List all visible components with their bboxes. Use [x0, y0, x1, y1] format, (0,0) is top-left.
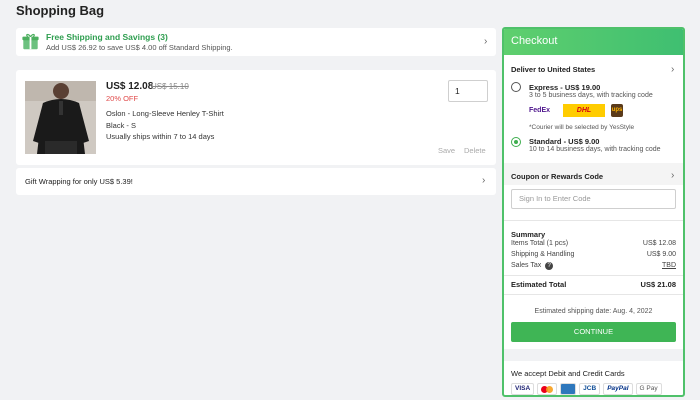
help-icon[interactable]: ?: [545, 262, 554, 270]
standard-option-desc: 10 to 14 business days, with tracking co…: [529, 146, 661, 153]
visa-icon: VISA: [511, 383, 535, 395]
summary-total-row: Estimated Total US$ 21.08: [511, 280, 676, 289]
ups-logo: ups: [611, 104, 623, 117]
chevron-right-icon[interactable]: ›: [671, 170, 674, 181]
item-name[interactable]: Oslon - Long-Sleeve Henley T-Shirt: [106, 109, 224, 118]
item-shipping-info: Usually ships within 7 to 14 days: [106, 132, 215, 141]
express-option-desc: 3 to 5 business days, with tracking code: [529, 92, 653, 99]
checkout-header: Checkout: [504, 29, 683, 55]
gift-wrap-row[interactable]: Gift Wrapping for only US$ 5.39! ›: [16, 168, 496, 195]
item-discount: 20% OFF: [106, 94, 139, 103]
gift-box-icon: [22, 33, 39, 50]
amex-icon: [560, 383, 577, 395]
paypal-icon: PayPal: [603, 383, 633, 395]
express-radio[interactable]: [511, 82, 521, 92]
cart-item-card: US$ 12.08 US$ 15.10 20% OFF Oslon - Long…: [16, 70, 496, 165]
summary-value: US$ 12.08: [642, 240, 676, 247]
gift-wrap-label: Gift Wrapping for only US$ 5.39!: [25, 177, 133, 186]
deliver-to-label[interactable]: Deliver to United States: [511, 65, 595, 74]
save-button[interactable]: Save: [438, 146, 455, 155]
checkout-panel: Checkout Deliver to United States › Expr…: [502, 27, 685, 397]
free-shipping-banner[interactable]: Free Shipping and Savings (3) Add US$ 26…: [16, 28, 496, 56]
chevron-right-icon: ›: [482, 175, 486, 186]
courier-note: *Courier will be selected by YesStyle: [529, 124, 635, 131]
item-original-price: US$ 15.10: [151, 82, 189, 91]
summary-label: Shipping & Handling: [511, 251, 575, 258]
divider: [504, 220, 683, 221]
express-option-title[interactable]: Express - US$ 19.00: [529, 83, 600, 92]
coupon-label[interactable]: Coupon or Rewards Code: [511, 172, 603, 181]
chevron-right-icon[interactable]: ›: [671, 64, 674, 75]
total-value: US$ 21.08: [640, 280, 676, 289]
mastercard-icon: [537, 383, 558, 395]
divider: [504, 275, 683, 276]
total-label: Estimated Total: [511, 280, 567, 289]
page-title: Shopping Bag: [16, 3, 105, 18]
summary-label: Items Total (1 pcs): [511, 240, 569, 247]
quantity-input[interactable]: 1: [448, 80, 488, 102]
fedex-logo: FedEx: [529, 107, 551, 114]
item-price: US$ 12.08: [106, 81, 154, 92]
product-image[interactable]: [25, 81, 96, 154]
continue-button[interactable]: CONTINUE: [511, 322, 676, 342]
summary-value: US$ 9.00: [646, 251, 676, 258]
section-gap: [504, 349, 683, 361]
payment-cards: VISA JCB PayPal G Pay: [511, 383, 662, 395]
divider: [504, 294, 683, 295]
delete-button[interactable]: Delete: [464, 146, 486, 155]
estimated-ship-date: Estimated shipping date: Aug. 4, 2022: [534, 308, 653, 315]
summary-title: Summary: [511, 230, 546, 239]
dhl-logo: DHL: [563, 104, 605, 117]
item-variant: Black - S: [106, 121, 137, 130]
coupon-input[interactable]: Sign In to Enter Code: [511, 189, 676, 209]
jcb-icon: JCB: [579, 383, 601, 395]
banner-title: Free Shipping and Savings (3): [46, 32, 168, 42]
payment-title: We accept Debit and Credit Cards: [511, 369, 625, 378]
gpay-icon: G Pay: [635, 383, 662, 395]
summary-row: Shipping & Handling US$ 9.00: [511, 251, 676, 258]
summary-row: Sales Tax ? TBD: [511, 262, 676, 270]
summary-value[interactable]: TBD: [662, 262, 676, 269]
summary-label: Sales Tax: [511, 262, 542, 269]
summary-row: Items Total (1 pcs) US$ 12.08: [511, 240, 676, 247]
chevron-right-icon: ›: [484, 36, 488, 47]
banner-subtitle: Add US$ 26.92 to save US$ 4.00 off Stand…: [46, 43, 233, 52]
standard-radio[interactable]: [511, 137, 521, 147]
standard-option-title[interactable]: Standard - US$ 9.00: [529, 137, 599, 146]
